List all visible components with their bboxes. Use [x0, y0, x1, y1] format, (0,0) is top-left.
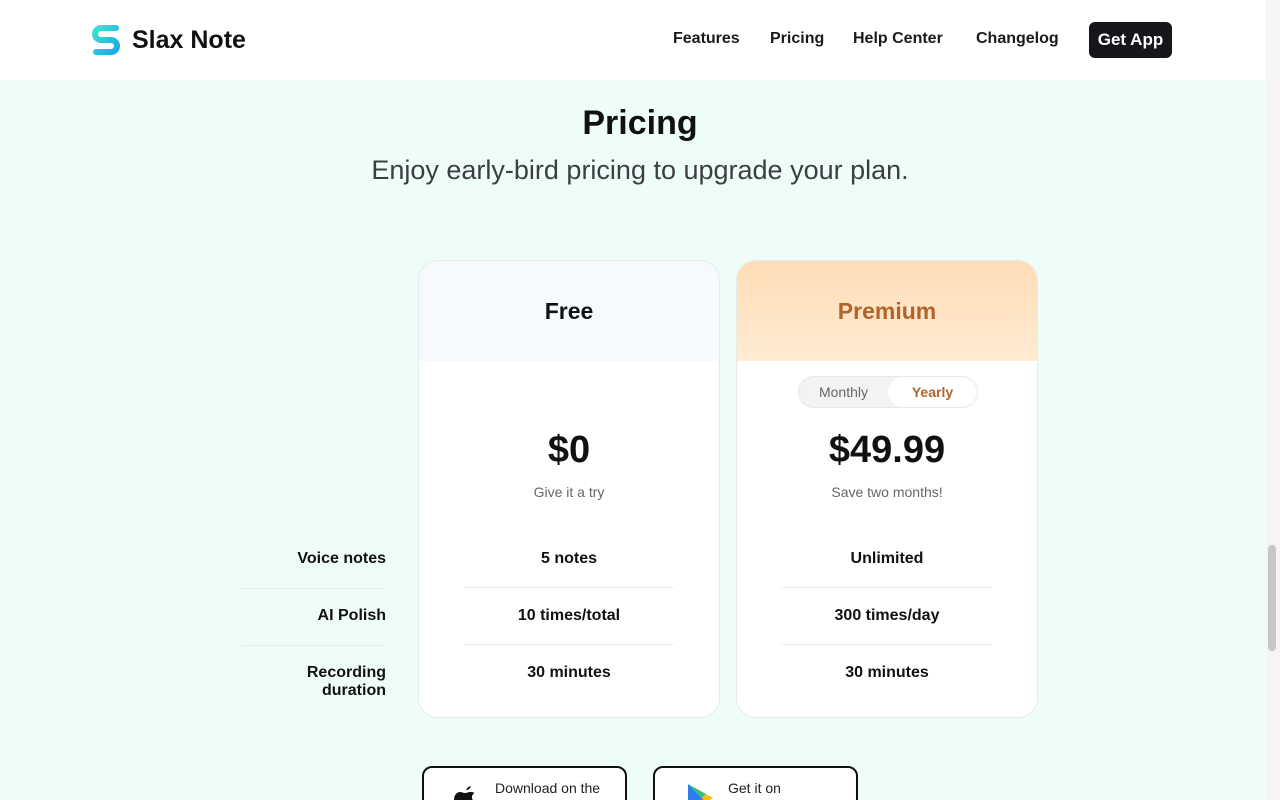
main-nav: Features Pricing Help Center Changelog G… — [0, 22, 1266, 58]
plan-card-premium: Premium Monthly Yearly $49.99 Save two m… — [736, 260, 1038, 718]
feature-divider — [242, 588, 386, 589]
free-ai-polish-value: 10 times/total — [517, 607, 621, 624]
google-play-button[interactable]: Get it on — [653, 766, 858, 800]
premium-recording-duration-value: 30 minutes — [845, 664, 929, 681]
nav-help-center[interactable]: Help Center — [853, 30, 943, 48]
apple-icon — [454, 786, 475, 800]
toggle-monthly[interactable]: Monthly — [799, 377, 888, 407]
plan-note-free: Give it a try — [533, 484, 605, 500]
cell-divider — [464, 587, 674, 588]
plan-name-free: Free — [419, 261, 719, 361]
feature-label-ai-polish: AI Polish — [317, 607, 386, 624]
premium-ai-polish-value: 300 times/day — [834, 607, 940, 624]
nav-pricing[interactable]: Pricing — [770, 30, 824, 48]
plan-price-free: $0 — [547, 429, 591, 471]
plan-price-premium: $49.99 — [828, 429, 946, 471]
cell-divider — [782, 587, 992, 588]
nav-features[interactable]: Features — [673, 30, 740, 48]
premium-voice-notes-value: Unlimited — [850, 550, 924, 567]
plan-name-premium: Premium — [737, 261, 1037, 361]
cell-divider — [464, 644, 674, 645]
plan-note-premium: Save two months! — [831, 484, 943, 500]
feature-label-voice-notes: Voice notes — [297, 550, 386, 567]
google-play-label: Get it on — [728, 780, 781, 796]
page-scrollbar-thumb[interactable] — [1268, 545, 1276, 651]
billing-period-toggle: Monthly Yearly — [798, 376, 978, 408]
page-title: Pricing — [582, 104, 698, 142]
free-recording-duration-value: 30 minutes — [527, 664, 611, 681]
app-store-label: Download on the — [495, 780, 601, 796]
google-play-icon — [688, 784, 713, 800]
page-subtitle: Enjoy early-bird pricing to upgrade your… — [371, 155, 909, 185]
top-header: Slax Note Features Pricing Help Center C… — [0, 0, 1266, 80]
free-voice-notes-value: 5 notes — [540, 550, 597, 567]
cell-divider — [782, 644, 992, 645]
plan-card-free: Free $0 Give it a try 5 notes 10 times/t… — [418, 260, 720, 718]
get-app-button[interactable]: Get App — [1089, 22, 1172, 58]
nav-changelog[interactable]: Changelog — [976, 30, 1059, 48]
feature-label-recording-duration: Recording duration — [306, 664, 386, 699]
toggle-yearly[interactable]: Yearly — [888, 377, 977, 407]
app-store-button[interactable]: Download on the — [422, 766, 627, 800]
feature-divider — [242, 645, 386, 646]
